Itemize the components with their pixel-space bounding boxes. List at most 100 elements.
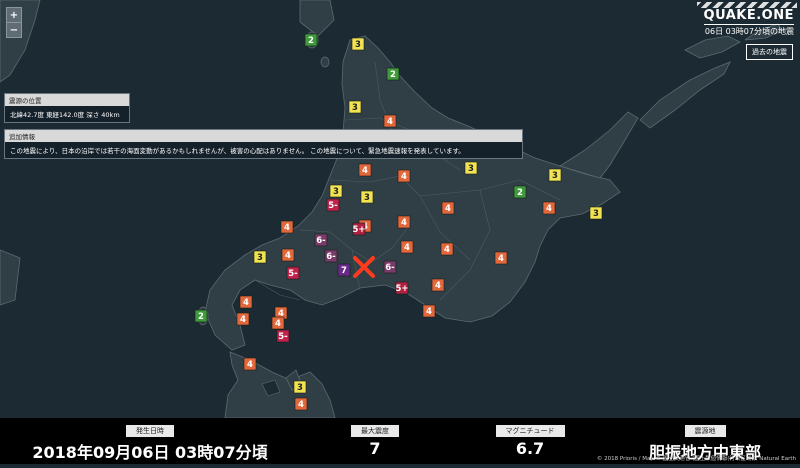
station-label: 2 [390, 70, 396, 80]
station-label: 2 [198, 312, 204, 322]
station-marker: 4 [280, 220, 294, 234]
station-marker: 5- [276, 329, 290, 343]
max-intensity-value: 7 [369, 439, 381, 458]
station-label: 3 [333, 187, 339, 197]
station-label: 4 [401, 218, 407, 228]
station-label: 2 [308, 36, 314, 46]
station-label: 4 [445, 204, 451, 214]
zoom-out-button[interactable]: − [6, 22, 22, 38]
brand: QUAKE.ONE 06日 03時07分頃の地震 [703, 4, 794, 37]
station-marker: 4 [422, 304, 436, 318]
summary-bar: 発生日時 2018年09月06日 03時07分頃 最大震度 7 マグニチュード … [0, 418, 800, 464]
occurred-column: 発生日時 2018年09月06日 03時07分頃 [0, 418, 300, 463]
station-label: 4 [435, 281, 441, 291]
station-marker: 4 [397, 169, 411, 183]
station-marker: 4 [440, 242, 454, 256]
station-marker: 4 [239, 295, 253, 309]
station-label: 4 [298, 400, 304, 410]
station-label: 4 [362, 166, 368, 176]
station-label: 5- [328, 201, 338, 211]
station-label: 5+ [352, 225, 365, 235]
max-intensity-column: 最大震度 7 [300, 418, 450, 458]
station-marker: 3 [589, 206, 603, 220]
station-label: 6- [326, 252, 336, 262]
info-panel-header: 追加情報 [5, 130, 522, 142]
station-marker: 4 [494, 251, 508, 265]
brand-subtitle: 06日 03時07分頃の地震 [703, 24, 794, 37]
station-label: 2 [517, 188, 523, 198]
station-marker: 4 [271, 316, 285, 330]
station-label: 4 [404, 243, 410, 253]
hokkaido-landmass [204, 35, 621, 351]
station-marker: 3 [360, 190, 374, 204]
station-label: 3 [352, 103, 358, 113]
station-label: 4 [387, 117, 393, 127]
station-marker: 4 [542, 201, 556, 215]
station-marker: 7 [337, 263, 351, 277]
station-marker: 6- [324, 249, 338, 263]
zoom-in-button[interactable]: + [6, 7, 22, 23]
station-label: 5+ [395, 284, 408, 294]
station-marker: 4 [383, 114, 397, 128]
station-marker: 3 [329, 184, 343, 198]
station-label: 3 [355, 40, 361, 50]
station-label: 4 [498, 254, 504, 264]
station-marker: 4 [400, 240, 414, 254]
station-label: 4 [240, 315, 246, 325]
station-marker: 4 [281, 248, 295, 262]
map-area[interactable]: 232343434433235-444435+446-6-76-34445-5+… [0, 0, 800, 464]
station-marker: 2 [513, 185, 527, 199]
station-marker: 4 [441, 201, 455, 215]
station-label: 5- [278, 332, 288, 342]
magnitude-value: 6.7 [515, 439, 545, 458]
station-label: 3 [297, 383, 303, 393]
occurred-label: 発生日時 [126, 425, 174, 437]
past-earthquakes-button[interactable]: 過去の地震 [746, 44, 793, 60]
station-marker: 5- [286, 266, 300, 280]
station-marker: 3 [464, 161, 478, 175]
station-marker: 3 [548, 168, 562, 182]
station-marker: 4 [431, 278, 445, 292]
station-label: 4 [444, 245, 450, 255]
hypocenter-panel-header: 震源の位置 [5, 94, 129, 106]
magnitude-column: マグニチュード 6.7 [450, 418, 610, 458]
info-panel: 追加情報 この地震により、日本の沿岸では若干の海面変動があるかもしれませんが、被… [4, 129, 523, 159]
station-label: 4 [243, 298, 249, 308]
station-marker: 4 [294, 397, 308, 411]
station-label: 4 [401, 172, 407, 182]
station-marker: 3 [351, 37, 365, 51]
station-label: 4 [247, 360, 253, 370]
station-label: 6- [316, 236, 326, 246]
station-label: 3 [552, 171, 558, 181]
station-marker: 5- [326, 198, 340, 212]
station-label: 3 [468, 164, 474, 174]
occurred-value: 2018年09月06日 03時07分頃 [32, 443, 268, 462]
station-marker: 4 [397, 215, 411, 229]
station-marker: 5+ [352, 222, 366, 236]
station-marker: 6- [383, 260, 397, 274]
station-marker: 4 [358, 163, 372, 177]
station-marker: 5+ [395, 281, 409, 295]
hypocenter-panel-body: 北緯42.7度 東経142.0度 深さ 40km [10, 111, 120, 119]
station-label: 7 [341, 266, 347, 276]
station-marker: 2 [386, 67, 400, 81]
station-label: 4 [284, 223, 290, 233]
station-label: 6- [385, 263, 395, 273]
station-label: 4 [285, 251, 291, 261]
station-marker: 3 [348, 100, 362, 114]
max-intensity-label: 最大震度 [351, 425, 399, 437]
map-canvas: 232343434433235-444435+446-6-76-34445-5+… [0, 0, 783, 458]
station-marker: 2 [194, 309, 208, 323]
station-label: 3 [593, 209, 599, 219]
magnitude-label: マグニチュード [495, 425, 565, 437]
station-marker: 4 [243, 357, 257, 371]
brand-title: QUAKE.ONE [703, 8, 794, 23]
epicenter-label: 震源地 [684, 425, 726, 437]
station-marker: 4 [236, 312, 250, 326]
station-marker: 3 [253, 250, 267, 264]
station-label: 4 [426, 307, 432, 317]
station-label: 4 [275, 319, 281, 329]
station-label: 3 [364, 193, 370, 203]
station-marker: 2 [304, 33, 318, 47]
station-marker: 3 [293, 380, 307, 394]
